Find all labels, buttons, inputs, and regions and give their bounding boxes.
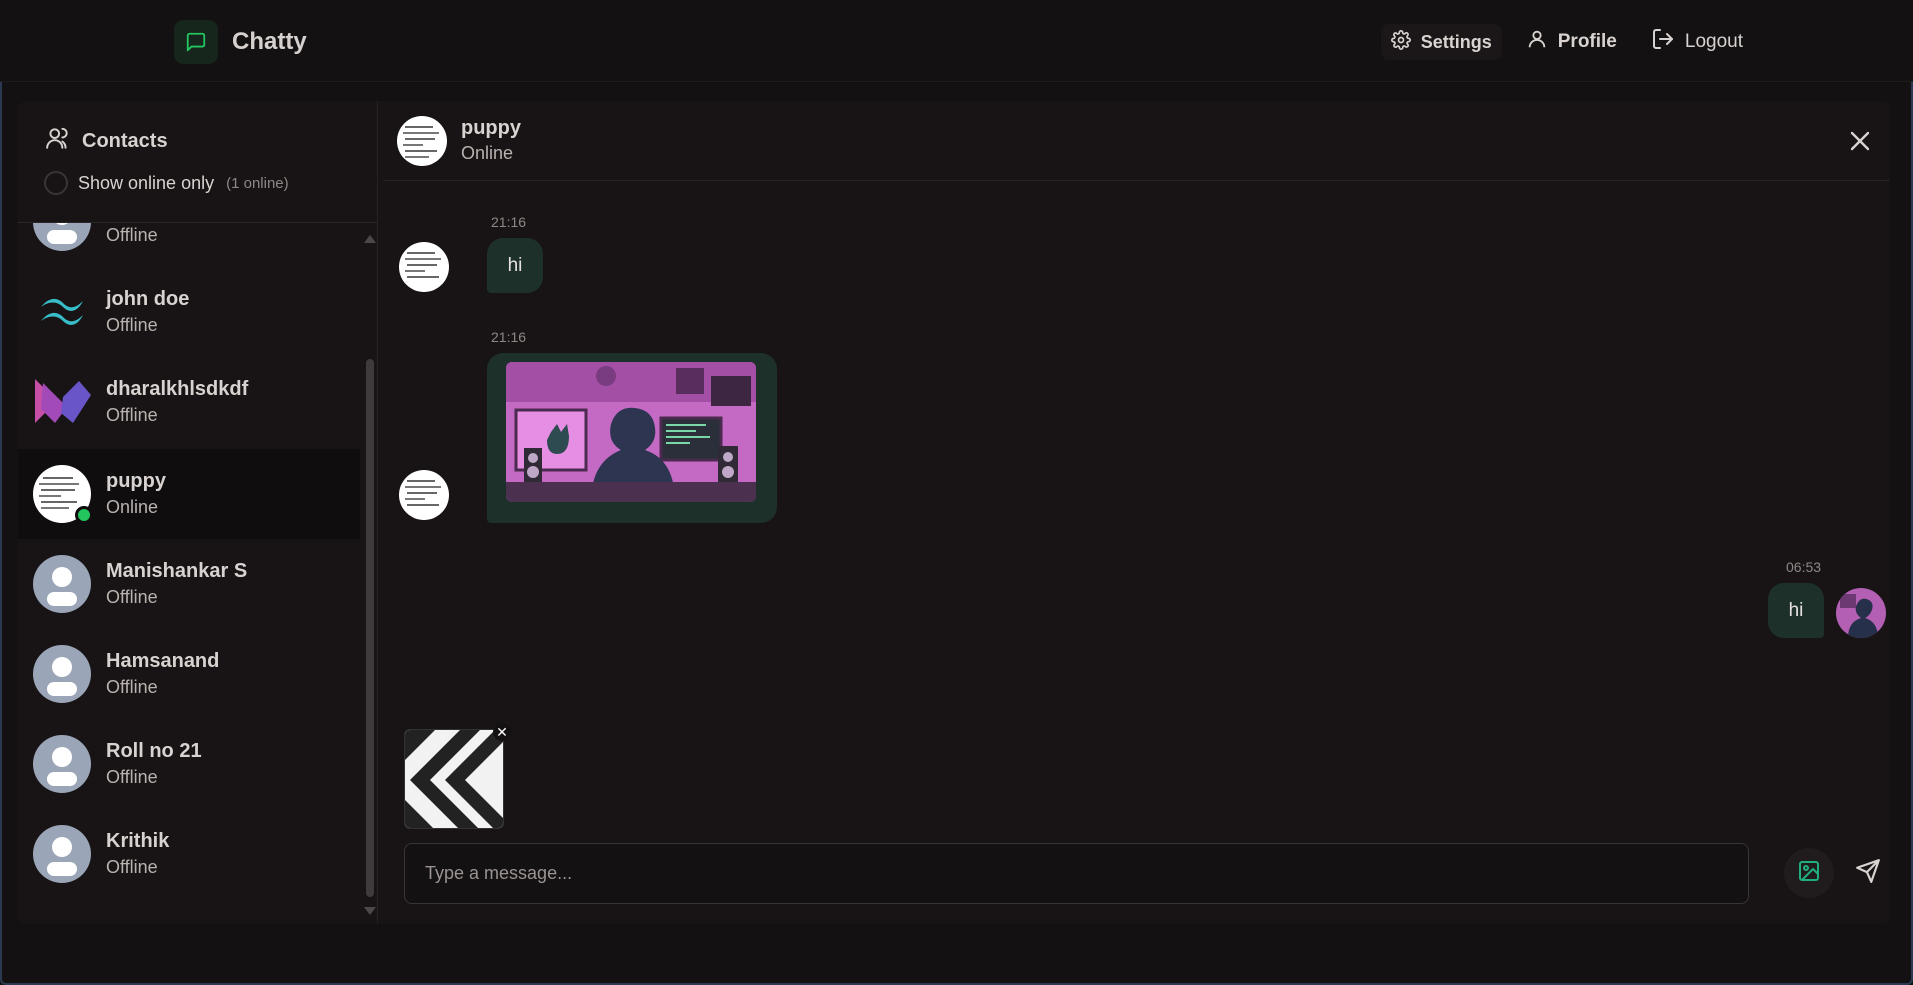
- app-name: Chatty: [232, 28, 307, 55]
- contact-name: Manishankar S: [106, 560, 248, 582]
- contact-status: Offline: [106, 315, 158, 335]
- default-avatar-icon: [33, 555, 91, 613]
- settings-label: Settings: [1420, 31, 1492, 52]
- send-icon: [1855, 858, 1881, 889]
- contact-item[interactable]: Krithik Offline: [18, 809, 360, 899]
- contacts-sidebar: Contacts Show online only (1 online) ram…: [18, 101, 378, 924]
- partner-name: puppy: [461, 117, 521, 139]
- online-only-label[interactable]: Show online only: [78, 173, 214, 194]
- contact-status: Offline: [106, 857, 158, 877]
- online-status-dot: [75, 506, 93, 524]
- message-text: hi: [1788, 599, 1804, 621]
- shared-image[interactable]: [506, 362, 756, 502]
- chat-container: Contacts Show online only (1 online) ram…: [18, 101, 1890, 924]
- image-icon: [1797, 859, 1821, 888]
- contact-status: Offline: [106, 677, 158, 697]
- contact-list-scrollbar[interactable]: [362, 223, 376, 924]
- scroll-up-arrow-icon[interactable]: [364, 235, 376, 243]
- default-avatar-icon: [33, 645, 91, 703]
- default-avatar-icon: [33, 735, 91, 793]
- message-avatar: [399, 242, 449, 292]
- message-timestamp: 06:53: [1786, 559, 1822, 575]
- contact-item[interactable]: dharalkhlsdkdf Offline: [18, 357, 360, 447]
- message-bubble[interactable]: hi: [1768, 583, 1824, 638]
- message-text: hi: [507, 254, 523, 276]
- gear-icon: [1390, 29, 1411, 55]
- default-avatar-icon: [33, 223, 91, 251]
- contact-item[interactable]: Roll no 21 Offline: [18, 719, 360, 809]
- online-only-checkbox[interactable]: [44, 171, 68, 195]
- send-button[interactable]: [1843, 848, 1890, 898]
- contacts-title-label: Contacts: [82, 129, 168, 152]
- contact-name: Roll no 21: [106, 740, 202, 762]
- online-filter: Show online only (1 online): [44, 171, 353, 195]
- contact-status: Offline: [106, 405, 158, 425]
- contact-item-active[interactable]: puppy Online: [18, 449, 360, 539]
- partner-status: Online: [461, 143, 514, 163]
- message-avatar: [399, 470, 449, 520]
- attach-image-button[interactable]: [1784, 848, 1834, 898]
- contacts-title: Contacts: [44, 125, 353, 157]
- contact-status: Offline: [106, 767, 158, 787]
- settings-button[interactable]: Settings: [1380, 24, 1502, 60]
- close-icon: [1842, 131, 1878, 163]
- gradient-logo-icon: [33, 373, 91, 431]
- contact-list: ramesh Offline john doe Offline: [18, 223, 360, 924]
- contact-status: Offline: [106, 225, 158, 245]
- profile-button[interactable]: Profile: [1516, 24, 1627, 60]
- contact-item[interactable]: ramesh Offline: [18, 223, 360, 267]
- online-count: (1 online): [226, 174, 289, 192]
- image-message-bubble[interactable]: [487, 353, 777, 523]
- brand[interactable]: Chatty: [174, 20, 307, 64]
- profile-label: Profile: [1557, 31, 1617, 52]
- scroll-down-arrow-icon[interactable]: [364, 907, 376, 915]
- sidebar-header: Contacts Show online only (1 online): [18, 101, 377, 223]
- message-timestamp: 21:16: [491, 214, 527, 230]
- contact-name: john doe: [106, 288, 190, 310]
- users-icon: [44, 125, 72, 157]
- contact-status: Online: [106, 497, 159, 517]
- logout-label: Logout: [1684, 31, 1743, 52]
- attachment-preview: [404, 729, 504, 829]
- contact-item[interactable]: Manishankar S Offline: [18, 539, 360, 629]
- message-bubble[interactable]: hi: [487, 238, 543, 293]
- top-navbar: Chatty Settings Profile Logout: [0, 0, 1913, 82]
- logout-button[interactable]: Logout: [1641, 24, 1753, 60]
- contact-name: puppy: [106, 470, 166, 492]
- message-square-icon: [174, 20, 218, 64]
- chat-header: puppy Online: [383, 101, 1890, 181]
- message-input[interactable]: [404, 843, 1749, 904]
- contact-name: Krithik: [106, 830, 170, 852]
- contact-name: dharalkhlsdkdf: [106, 378, 249, 400]
- my-avatar: [1836, 588, 1886, 638]
- tailwind-logo-icon: [33, 283, 91, 341]
- nav-actions: Settings Profile Logout: [1380, 24, 1753, 60]
- logout-icon: [1651, 27, 1675, 57]
- default-avatar-icon: [33, 825, 91, 883]
- scroll-thumb[interactable]: [366, 359, 374, 897]
- close-icon: ✕: [496, 724, 508, 740]
- message-timestamp: 21:16: [491, 329, 527, 345]
- remove-attachment-button[interactable]: ✕: [493, 723, 511, 741]
- contact-item[interactable]: john doe Offline: [18, 267, 360, 357]
- contact-item[interactable]: Hamsanand Offline: [18, 629, 360, 719]
- user-icon: [1526, 28, 1548, 56]
- contact-status: Offline: [106, 587, 158, 607]
- chat-pane: puppy Online 21:16 hi 21:16 06:53 hi ✕ T…: [383, 101, 1890, 924]
- close-chat-button[interactable]: [1842, 123, 1878, 159]
- partner-avatar: [397, 115, 447, 166]
- contact-name: Hamsanand: [106, 650, 220, 672]
